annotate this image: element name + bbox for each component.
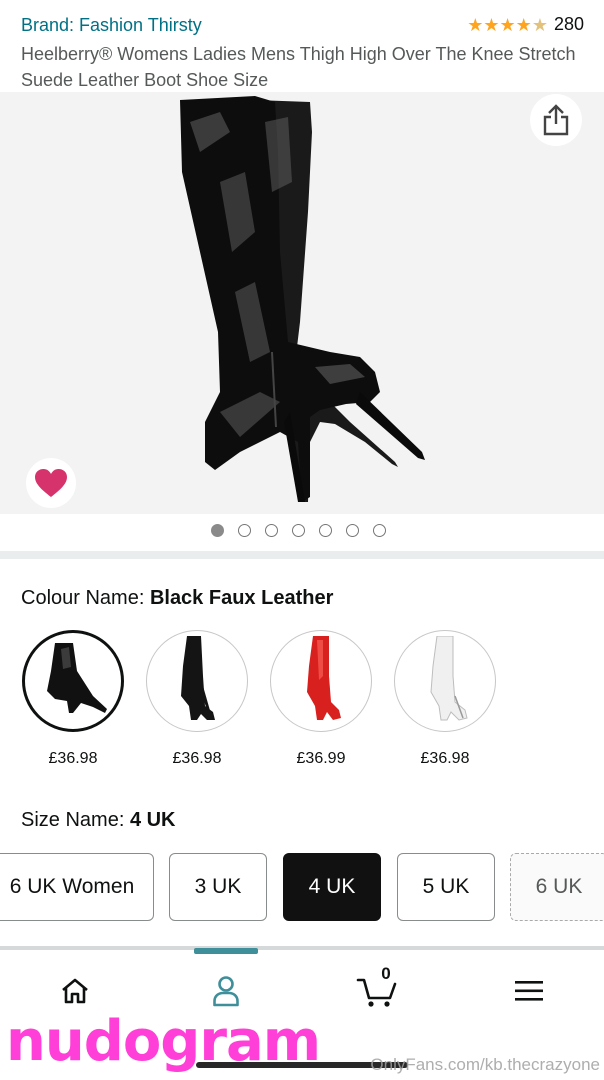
swatch-image[interactable] (22, 630, 124, 732)
colour-swatch-white[interactable]: £36.98 (394, 630, 496, 768)
product-title: Heelberry® Womens Ladies Mens Thigh High… (21, 44, 576, 90)
size-option-6-uk[interactable]: 6 UK (510, 853, 604, 921)
star-icon: ★ (515, 14, 532, 35)
swatch-image[interactable] (394, 630, 496, 732)
rating-count: 280 (553, 14, 584, 34)
star-icon: ★ (467, 14, 484, 35)
swatch-price: £36.98 (48, 750, 98, 767)
pagination-dot[interactable] (345, 524, 359, 537)
boot-thumbnail (181, 636, 215, 720)
swatch-image[interactable] (146, 630, 248, 732)
half-star-icon: ★ (531, 14, 548, 35)
pagination-dot[interactable] (237, 524, 251, 537)
colour-swatch-black-patent[interactable]: £36.98 (22, 630, 124, 768)
colour-swatch-black-suede[interactable]: £36.98 (146, 630, 248, 768)
home-icon (62, 978, 88, 1004)
brand-link[interactable]: Brand: Fashion Thirsty (21, 15, 202, 36)
colour-name-label: Colour Name: Black Faux Leather (21, 587, 333, 610)
star-icon: ★ (483, 14, 500, 35)
cart-count-badge: 0 (381, 964, 391, 983)
colour-swatches: £36.98 £36.98 £36.99 £36.98 (22, 630, 496, 768)
pagination-dot[interactable] (264, 524, 278, 537)
swatch-image[interactable] (270, 630, 372, 732)
star-icon: ★ (499, 14, 516, 35)
size-label-prefix: Size Name: (21, 809, 130, 831)
pagination-dot[interactable] (291, 524, 305, 537)
swatch-price: £36.98 (172, 750, 222, 767)
selected-colour-value: Black Faux Leather (149, 587, 334, 609)
pagination-dot[interactable] (372, 524, 386, 537)
product-image-gallery[interactable] (0, 92, 604, 514)
nav-divider (0, 946, 604, 950)
colour-swatch-red[interactable]: £36.99 (270, 630, 372, 768)
account-icon (213, 976, 239, 1007)
watermark-url: OnlyFans.com/kb.thecrazyone (370, 1055, 600, 1074)
gallery-pagination[interactable] (0, 524, 604, 537)
star-rating: ★ ★ ★ ★ ★ (467, 16, 548, 34)
share-icon (543, 104, 569, 136)
product-image (180, 96, 425, 502)
menu-icon (515, 981, 543, 1001)
wishlist-button[interactable] (26, 458, 76, 508)
pagination-dot[interactable] (210, 524, 224, 537)
size-option-3-uk[interactable]: 3 UK (169, 853, 267, 921)
product-header: Brand: Fashion Thirsty ★ ★ ★ ★ ★ 280 Hee… (0, 0, 604, 92)
size-option-6-uk-women[interactable]: 6 UK Women (0, 853, 154, 921)
swatch-price: £36.99 (296, 750, 346, 767)
size-name-label: Size Name: 4 UK (21, 809, 176, 832)
colour-label-prefix: Colour Name: (21, 587, 150, 609)
pagination-dot[interactable] (318, 524, 332, 537)
nav-menu-button[interactable] (504, 966, 554, 1016)
boot-thumbnail (307, 636, 341, 720)
size-option-5-uk[interactable]: 5 UK (397, 853, 495, 921)
size-options: 6 UK Women 3 UK 4 UK 5 UK 6 UK (0, 853, 604, 921)
rating-summary[interactable]: ★ ★ ★ ★ ★ 280 (467, 14, 584, 35)
section-divider (0, 551, 604, 559)
heart-icon (35, 469, 67, 497)
size-option-4-uk[interactable]: 4 UK (283, 853, 381, 921)
selected-size-value: 4 UK (129, 809, 176, 831)
boot-thumbnail (47, 643, 107, 713)
boot-thumbnail (430, 636, 468, 721)
swatch-price: £36.98 (420, 750, 470, 767)
share-button[interactable] (530, 94, 582, 146)
